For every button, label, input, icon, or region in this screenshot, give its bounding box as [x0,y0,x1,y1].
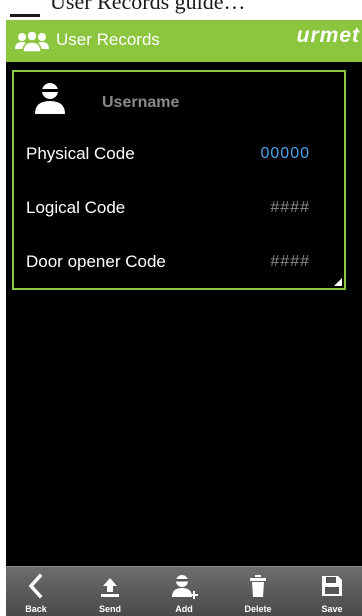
trash-icon [250,575,266,597]
delete-button[interactable]: Delete [228,567,288,616]
user-avatar-icon [35,83,65,114]
add-user-icon [172,575,198,599]
field-logical-code[interactable]: Logical Code #### [14,190,344,230]
field-door-opener-code[interactable]: Door opener Code #### [14,244,344,284]
field-value: #### [270,199,310,216]
back-button[interactable]: Back [6,567,66,616]
user-row: Username [14,72,344,132]
field-label: Door opener Code [26,252,166,271]
username-label: Username [102,94,180,111]
toolbar-label: Save [321,604,343,614]
field-label: Physical Code [26,144,135,163]
field-value: #### [270,253,310,270]
cropped-underline [10,14,40,17]
send-button[interactable]: Send [80,567,140,616]
save-button[interactable]: Save [302,567,362,616]
cropped-top-text: User Records guide… [50,0,246,14]
field-value: 00000 [260,145,310,162]
floppy-disk-icon [322,576,342,596]
chevron-left-icon [28,573,43,599]
upload-icon [101,578,119,597]
page-title: User Records [56,30,160,49]
users-group-icon [15,30,49,52]
user-record-panel[interactable]: Username Physical Code 00000 Logical Cod… [12,70,346,290]
toolbar-label: Back [25,604,47,614]
app-header: User Records urmet [6,20,362,62]
field-physical-code[interactable]: Physical Code 00000 [14,136,344,176]
app-screen: User Records guide… User Records urmet U… [6,0,362,616]
add-button[interactable]: Add [154,567,214,616]
toolbar-label: Add [175,604,193,614]
cropped-top-strip: User Records guide… [6,0,362,20]
toolbar-label: Send [98,604,121,614]
bottom-toolbar: Back Send Add Delete Save [6,566,362,616]
brand-logo: urmet [296,24,360,47]
toolbar-label: Delete [244,604,272,614]
expand-corner-icon [334,278,342,286]
field-label: Logical Code [26,198,126,217]
